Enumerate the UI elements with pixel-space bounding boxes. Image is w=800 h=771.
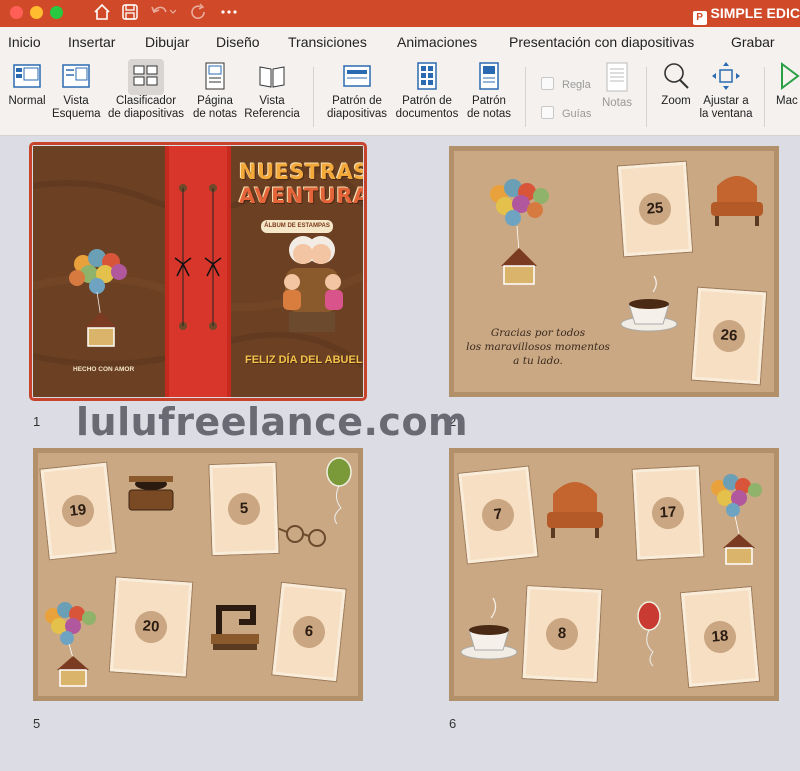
tab-transiciones[interactable]: Transiciones [288, 34, 367, 50]
photo-frame[interactable]: 25 [617, 161, 693, 257]
notes-page-icon [205, 62, 225, 90]
slide-5-thumbnail[interactable]: 19 5 20 6 [33, 448, 363, 701]
handout-master-button[interactable]: Patrón de documentos [394, 61, 460, 121]
made-with-love-label: HECHO CON AMOR [73, 366, 135, 373]
zoom-icon [664, 63, 689, 89]
save-icon[interactable] [121, 3, 139, 27]
zoom-button[interactable]: Zoom [656, 61, 696, 108]
separator [646, 67, 647, 127]
photo-frame[interactable]: 18 [681, 587, 759, 687]
photo-frame[interactable]: 6 [272, 582, 346, 682]
notes-button[interactable]: Notas [598, 61, 636, 110]
tab-animaciones[interactable]: Animaciones [397, 34, 477, 50]
grandparents-illustration [283, 236, 343, 332]
outline-view-icon [62, 64, 90, 88]
tab-grabar[interactable]: Grabar [731, 34, 775, 50]
normal-view-icon [13, 64, 41, 88]
minimize-window-button[interactable] [30, 6, 43, 19]
photo-frame[interactable]: 20 [109, 577, 193, 677]
home-icon[interactable] [93, 3, 111, 27]
tab-dibujar[interactable]: Dibujar [145, 34, 189, 50]
watermark: lulufreelance.com [76, 400, 469, 444]
cover-footer: FELIZ DÍA DEL ABUELO [245, 354, 363, 366]
ribbon-view: Normal Vista Esquema Clasificador de diapo… [0, 57, 800, 136]
ruler-checkbox[interactable]: Regla [541, 77, 591, 91]
guides-checkbox[interactable]: Guías [541, 106, 591, 120]
photo-frame[interactable]: 5 [209, 462, 279, 556]
slide-1-thumbnail[interactable]: NUESTRAS AVENTURAS ÁLBUM DE ESTAMPAS HEC… [33, 146, 363, 397]
slide-6-thumbnail[interactable]: 7 17 8 18 [449, 448, 779, 701]
reading-view-button[interactable]: Vista Referencia [244, 61, 300, 121]
gratitude-message: Gracias por todos los maravillosos momen… [466, 327, 610, 367]
separator [764, 67, 765, 127]
cover-title: NUESTRAS AVENTURAS [239, 160, 363, 208]
separator [525, 67, 526, 127]
macros-button[interactable]: Mac [776, 61, 800, 108]
cover-subtitle: ÁLBUM DE ESTAMPAS [261, 220, 333, 233]
photo-frame[interactable]: 8 [522, 586, 602, 682]
tab-inicio[interactable]: Inicio [8, 34, 41, 50]
slide-master-icon [343, 65, 371, 87]
notes-page-button[interactable]: Página de notas [190, 61, 240, 121]
tab-presentacion[interactable]: Presentación con diapositivas [509, 34, 694, 50]
slide-sorter-icon [133, 65, 158, 86]
outline-view-button[interactable]: Vista Esquema [52, 61, 101, 121]
normal-view-button[interactable]: Normal [4, 61, 50, 108]
title-bar: P SIMPLE EDIC [0, 0, 800, 27]
app-title: P SIMPLE EDIC [692, 5, 800, 25]
slide-number: 5 [33, 716, 41, 731]
reading-view-icon [259, 66, 285, 88]
slide-master-button[interactable]: Patrón de diapositivas [322, 61, 392, 121]
handout-master-icon [417, 62, 437, 90]
slide-sorter-button[interactable]: Clasificador de diapositivas [106, 59, 186, 121]
separator [313, 67, 314, 127]
record-player-icon [128, 476, 174, 511]
zoom-window-button[interactable] [50, 6, 63, 19]
slide-number: 1 [33, 414, 41, 429]
play-icon [781, 62, 800, 90]
more-icon[interactable] [220, 3, 238, 27]
fit-window-button[interactable]: Ajustar a la ventana [698, 61, 754, 121]
photo-frame[interactable]: 19 [40, 462, 116, 560]
undo-icon[interactable] [150, 3, 177, 27]
notes-icon [606, 62, 628, 92]
photo-frame[interactable]: 17 [632, 466, 704, 560]
slide-2-thumbnail[interactable]: 25 26 Gracias por todos los maravillosos… [449, 146, 779, 397]
slide-number: 6 [449, 716, 457, 731]
photo-frame[interactable]: 7 [458, 466, 538, 564]
close-window-button[interactable] [10, 6, 23, 19]
tab-diseno[interactable]: Diseño [216, 34, 260, 50]
tab-insertar[interactable]: Insertar [68, 34, 115, 50]
notes-master-icon [479, 62, 499, 90]
redo-icon[interactable] [190, 3, 208, 27]
ribbon-tabs: Inicio Insertar Dibujar Diseño Transicio… [0, 27, 800, 57]
powerpoint-logo-icon: P [692, 11, 707, 25]
fit-window-icon [712, 62, 740, 90]
notes-master-button[interactable]: Patrón de notas [462, 61, 516, 121]
photo-frame[interactable]: 26 [691, 287, 767, 385]
